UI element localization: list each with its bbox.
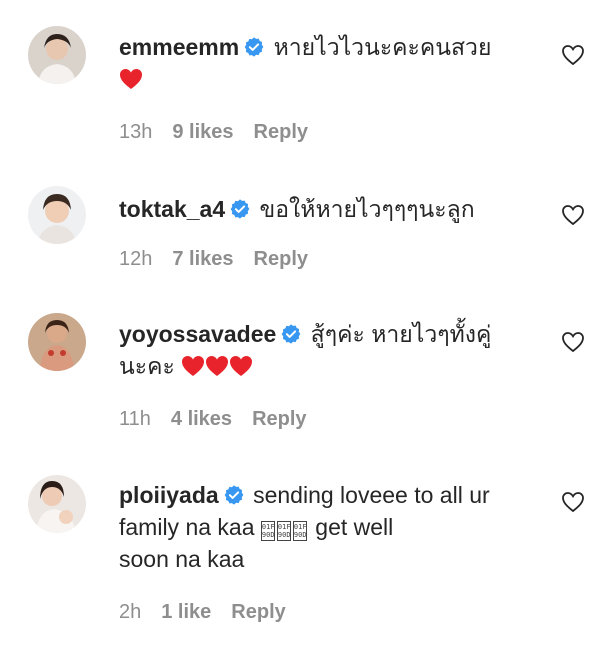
comment-text: สู้ๆค่ะ หายไวๆทั้งคู่ (310, 321, 492, 347)
likes-count[interactable]: 1 like (161, 601, 211, 623)
comment-time: 2h (119, 601, 142, 623)
red-heart-emoji (181, 355, 205, 377)
comment-text-line2: family na kaa (119, 514, 255, 540)
reply-button[interactable]: Reply (254, 248, 308, 270)
reply-button[interactable]: Reply (231, 601, 285, 623)
like-heart-icon[interactable] (561, 330, 585, 354)
likes-count[interactable]: 7 likes (172, 248, 233, 270)
username[interactable]: yoyossavadee (119, 321, 276, 347)
avatar[interactable] (28, 313, 86, 371)
verified-badge-icon (243, 36, 265, 58)
username[interactable]: ploiiyada (119, 482, 219, 508)
verified-badge-icon (223, 484, 245, 506)
comment-text-line2b: get well (315, 514, 394, 540)
red-heart-emoji (205, 355, 229, 377)
missing-glyph-icon: 01F 90D (292, 521, 307, 541)
likes-count[interactable]: 4 likes (171, 408, 232, 430)
username[interactable]: toktak_a4 (119, 196, 225, 222)
comment-text: ขอให้หายไวๆๆๆนะลูก (259, 196, 475, 222)
likes-count[interactable]: 9 likes (172, 121, 233, 143)
missing-glyph-icon: 01F 90D (276, 521, 291, 541)
avatar[interactable] (28, 475, 86, 533)
missing-glyph-icon: 01F 90D (260, 521, 275, 541)
comment-time: 13h (119, 121, 153, 143)
verified-badge-icon (280, 323, 302, 345)
comment-time: 11h (119, 408, 151, 430)
comment-time: 12h (119, 248, 153, 270)
comment-text-line2: นะคะ (119, 353, 175, 379)
comment-text: หายไวไวนะคะคนสวย (273, 34, 492, 60)
avatar[interactable] (28, 26, 86, 84)
username[interactable]: emmeemm (119, 34, 239, 60)
reply-button[interactable]: Reply (252, 408, 306, 430)
like-heart-icon[interactable] (561, 43, 585, 67)
like-heart-icon[interactable] (561, 490, 585, 514)
red-heart-emoji (229, 355, 253, 377)
verified-badge-icon (229, 198, 251, 220)
comment-text-line3: soon na kaa (119, 546, 245, 572)
reply-button[interactable]: Reply (254, 121, 308, 143)
avatar[interactable] (28, 186, 86, 244)
like-heart-icon[interactable] (561, 203, 585, 227)
comment-text: sending loveee to all ur (253, 482, 490, 508)
red-heart-emoji (119, 68, 143, 90)
